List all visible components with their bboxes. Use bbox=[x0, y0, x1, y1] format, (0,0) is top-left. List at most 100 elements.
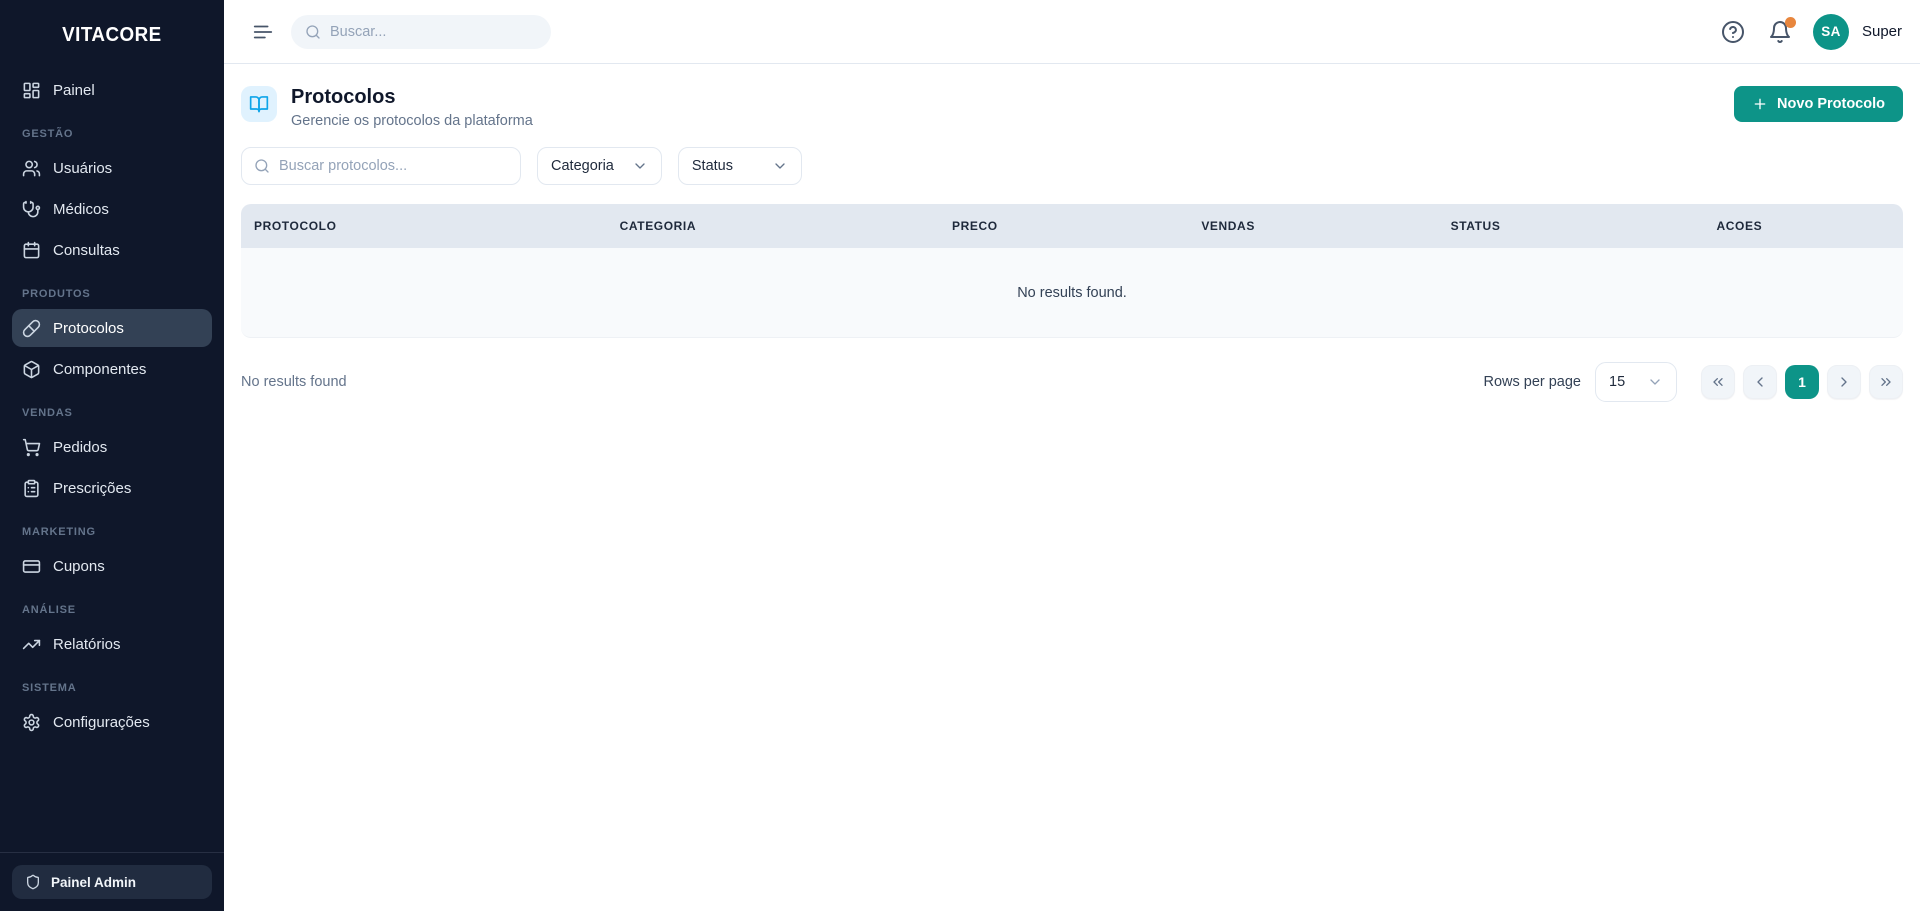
sidebar-section-sistema: SISTEMA bbox=[22, 682, 77, 694]
sidebar-item-pedidos[interactable]: Pedidos bbox=[12, 428, 212, 466]
previous-page-button[interactable] bbox=[1743, 365, 1777, 399]
settings-icon bbox=[23, 713, 40, 731]
sidebar-item-prescricoes[interactable]: Prescrições bbox=[12, 469, 212, 507]
chevron-right-icon bbox=[1841, 377, 1847, 387]
admin-panel-badge[interactable]: Painel Admin bbox=[12, 865, 212, 899]
users-icon bbox=[22, 160, 41, 176]
chevrons-right-icon bbox=[1881, 378, 1891, 386]
filters-row: Categoria Status bbox=[241, 147, 1903, 185]
chevron-down-icon bbox=[775, 163, 785, 169]
table-empty-text: No results found. bbox=[1017, 284, 1127, 301]
next-page-button[interactable] bbox=[1827, 365, 1861, 399]
admin-panel-label: Painel Admin bbox=[51, 874, 137, 890]
sidebar-item-label: Relatórios bbox=[53, 635, 121, 653]
sidebar-item-label: Usuários bbox=[53, 159, 113, 177]
notifications-button[interactable] bbox=[1766, 16, 1796, 46]
sidebar-section-gestao: GESTÃO bbox=[22, 128, 74, 140]
protocol-search[interactable] bbox=[241, 147, 521, 185]
filter-categoria[interactable]: Categoria bbox=[537, 147, 662, 185]
sidebar-item-relatorios[interactable]: Relatórios bbox=[12, 625, 212, 663]
sidebar-item-label: Componentes bbox=[53, 360, 147, 378]
sidebar-item-medicos[interactable]: Médicos bbox=[12, 190, 212, 228]
protocols-table: PROTOCOLO CATEGORIA PRECO VENDAS STATUS ACOES… bbox=[241, 204, 1903, 338]
page-content: Protocolos Gerencie os protocolos da pla… bbox=[224, 64, 1920, 424]
sidebar: VITACORE Painel GESTÃO Usuários Médicos Cons… bbox=[0, 0, 224, 911]
chevron-down-icon bbox=[1650, 379, 1660, 385]
sidebar-item-label: Protocolos bbox=[53, 319, 124, 337]
sidebar-nav: Painel GESTÃO Usuários Médicos Consultas PROD… bbox=[0, 67, 224, 852]
sidebar-item-consultas[interactable]: Consultas bbox=[12, 231, 212, 269]
page-icon-tile bbox=[241, 86, 277, 122]
sidebar-item-label: Consultas bbox=[53, 241, 120, 259]
sidebar-item-label: Configurações bbox=[53, 713, 150, 731]
protocol-search-input[interactable] bbox=[279, 158, 508, 174]
topbar: SA Super bbox=[224, 0, 1920, 64]
global-search[interactable] bbox=[291, 14, 551, 49]
search-icon bbox=[305, 24, 321, 40]
rows-per-page-label: Rows per page bbox=[1483, 374, 1581, 390]
sidebar-item-configuracoes[interactable]: Configurações bbox=[12, 703, 212, 741]
page-title: Protocolos bbox=[291, 86, 396, 108]
chevron-down-icon bbox=[1647, 374, 1663, 390]
pill-icon bbox=[22, 319, 41, 337]
chevron-down-icon bbox=[635, 163, 645, 169]
footer-empty-text: No results found bbox=[241, 374, 347, 390]
avatar[interactable]: SA bbox=[1812, 13, 1849, 50]
sidebar-footer: Painel Admin bbox=[0, 852, 224, 911]
sidebar-item-label: Cupons bbox=[53, 557, 105, 575]
sidebar-section-produtos: PRODUTOS bbox=[22, 288, 91, 300]
sidebar-item-componentes[interactable]: Componentes bbox=[12, 350, 212, 388]
help-button[interactable] bbox=[1719, 18, 1747, 46]
help-circle-icon bbox=[1721, 20, 1744, 43]
menu-icon bbox=[253, 25, 273, 38]
sidebar-item-usuarios[interactable]: Usuários bbox=[12, 149, 212, 187]
sidebar-item-protocolos[interactable]: Protocolos bbox=[12, 309, 212, 347]
main-area: SA Super Protocolos Gerencie os protocol… bbox=[224, 0, 1920, 911]
sidebar-item-painel[interactable]: Painel bbox=[12, 71, 212, 109]
stethoscope-icon bbox=[22, 200, 41, 217]
user-name: Super bbox=[1861, 23, 1902, 40]
column-header-vendas: VENDAS bbox=[1201, 219, 1255, 233]
table-body: No results found. bbox=[241, 248, 1903, 338]
column-header-status: STATUS bbox=[1450, 219, 1501, 233]
sidebar-item-label: Pedidos bbox=[53, 438, 108, 456]
new-protocol-button[interactable]: Novo Protocolo bbox=[1734, 86, 1903, 122]
global-search-input[interactable] bbox=[330, 23, 537, 40]
page-1-button[interactable]: 1 bbox=[1785, 365, 1819, 399]
table-footer: No results found Rows per page 15 1 bbox=[241, 362, 1903, 402]
shield-icon bbox=[27, 874, 39, 890]
filter-label: Status bbox=[691, 158, 733, 174]
sidebar-item-cupons[interactable]: Cupons bbox=[12, 547, 212, 585]
menu-toggle-button[interactable] bbox=[249, 18, 277, 46]
app-root: VITACORE Painel GESTÃO Usuários Médicos Cons… bbox=[0, 0, 1920, 911]
clipboard-icon bbox=[24, 479, 39, 497]
filter-status[interactable]: Status bbox=[677, 147, 802, 185]
topbar-right: SA Super bbox=[1719, 13, 1902, 50]
plus-icon bbox=[1752, 96, 1768, 112]
book-open-icon bbox=[249, 96, 269, 113]
last-page-button[interactable] bbox=[1869, 365, 1903, 399]
credit-card-icon bbox=[22, 559, 41, 573]
sidebar-item-label: Painel bbox=[53, 81, 95, 99]
trending-up-icon bbox=[22, 639, 41, 649]
pagination-controls: Rows per page 15 1 bbox=[1483, 362, 1903, 402]
brand-logo: VITACORE bbox=[62, 24, 162, 46]
search-icon bbox=[254, 158, 270, 174]
chevron-left-icon bbox=[1757, 377, 1763, 387]
page-header: Protocolos Gerencie os protocolos da pla… bbox=[241, 86, 1903, 129]
first-page-button[interactable] bbox=[1701, 365, 1735, 399]
sidebar-section-vendas: VENDAS bbox=[22, 407, 73, 419]
rows-per-page-select[interactable]: 15 bbox=[1595, 362, 1677, 402]
notification-dot bbox=[1784, 16, 1796, 28]
column-header-acoes: ACOES bbox=[1716, 219, 1763, 233]
column-header-preco: PRECO bbox=[952, 219, 998, 233]
sidebar-section-marketing: MARKETING bbox=[22, 526, 96, 538]
sidebar-item-label: Médicos bbox=[53, 200, 109, 218]
filter-label: Categoria bbox=[551, 158, 614, 174]
page-header-left: Protocolos Gerencie os protocolos da pla… bbox=[241, 86, 533, 129]
column-header-categoria: CATEGORIA bbox=[619, 219, 697, 233]
pager: 1 bbox=[1701, 365, 1903, 399]
calendar-icon bbox=[23, 241, 40, 258]
dashboard-icon bbox=[23, 82, 40, 98]
search-icon bbox=[255, 159, 269, 173]
